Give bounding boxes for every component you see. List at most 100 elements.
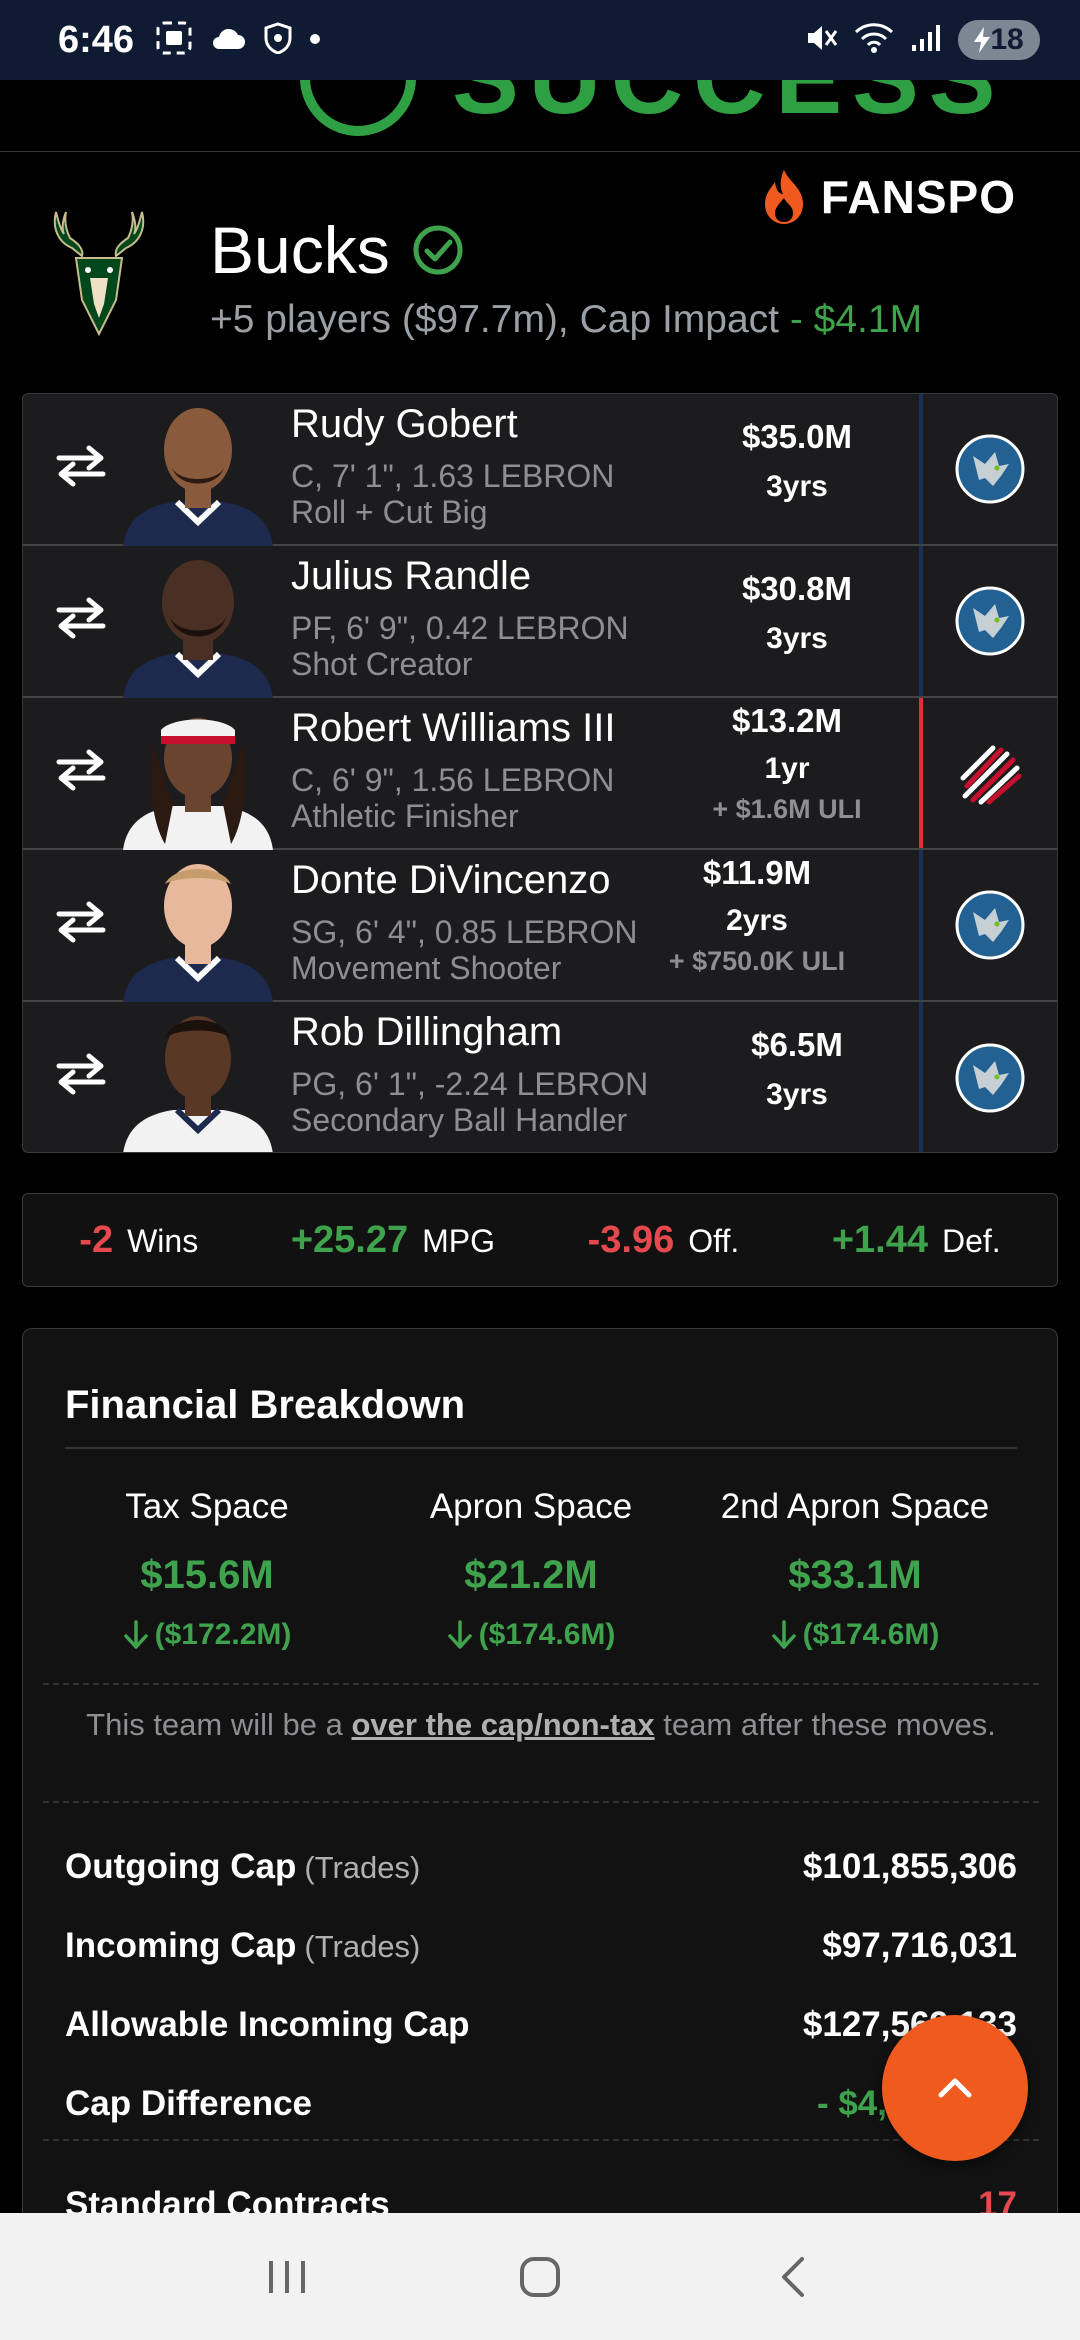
row-label: Allowable Incoming Cap bbox=[65, 2005, 470, 2044]
divider bbox=[65, 1447, 1017, 1449]
player-meta: PG, 6' 1", -2.24 LEBRON bbox=[291, 1066, 649, 1102]
player-row[interactable]: Donte DiVincenzo SG, 6' 4", 0.85 LEBRON … bbox=[23, 850, 1057, 1002]
stat-label: Def. bbox=[941, 1222, 1001, 1259]
wifi-icon bbox=[854, 22, 894, 59]
from-team bbox=[919, 1002, 1057, 1152]
timberwolves-logo-icon bbox=[955, 434, 1025, 504]
home-button[interactable] bbox=[500, 2247, 580, 2307]
stat-value: -3.96 bbox=[587, 1218, 675, 1261]
verified-check-icon bbox=[413, 225, 463, 275]
stat-label: Off. bbox=[688, 1222, 740, 1259]
shield-icon bbox=[264, 21, 292, 59]
stat-label: MPG bbox=[422, 1222, 495, 1259]
stat-wins: -2 Wins bbox=[79, 1219, 198, 1262]
from-team bbox=[919, 850, 1057, 1000]
financial-breakdown-panel: Financial Breakdown Tax Space $15.6M ($1… bbox=[22, 1328, 1058, 2328]
battery-indicator: 18 bbox=[958, 20, 1040, 60]
mute-icon bbox=[804, 21, 838, 60]
row-label-sub: (Trades) bbox=[304, 1929, 421, 1964]
stat-mpg: +25.27 MPG bbox=[291, 1219, 495, 1262]
player-role: Shot Creator bbox=[291, 646, 473, 682]
timberwolves-logo-icon bbox=[955, 586, 1025, 656]
player-name[interactable]: Julius Randle bbox=[291, 554, 531, 599]
cloud-icon bbox=[210, 25, 246, 56]
arrow-down-icon bbox=[447, 1620, 472, 1649]
impact-stats: -2 Wins +25.27 MPG -3.96 Off. +1.44 Def. bbox=[22, 1193, 1058, 1287]
salary: $35.0M bbox=[741, 418, 853, 455]
financial-title: Financial Breakdown bbox=[65, 1383, 466, 1427]
contract-years: 1yr bbox=[764, 752, 810, 785]
player-row[interactable]: Julius Randle PF, 6' 9", 0.42 LEBRON Sho… bbox=[23, 546, 1057, 698]
cap-status-link[interactable]: over the cap/non-tax bbox=[351, 1707, 654, 1742]
recent-apps-button[interactable] bbox=[247, 2247, 327, 2307]
swap-arrows-icon[interactable] bbox=[55, 748, 107, 792]
space-change-value: ($174.6M) bbox=[802, 1618, 940, 1651]
player-headshot bbox=[123, 560, 273, 698]
contract: $13.2M 1yr + $1.6M ULI bbox=[657, 702, 917, 825]
success-check-icon bbox=[300, 80, 416, 136]
recent-apps-icon bbox=[268, 2260, 305, 2293]
swap-arrows-icon[interactable] bbox=[55, 1052, 107, 1096]
from-team bbox=[919, 394, 1057, 544]
space-change: ($174.6M) bbox=[371, 1618, 691, 1652]
tax-space: Tax Space $15.6M ($172.2M) bbox=[47, 1487, 367, 1652]
contract: $35.0M 3yrs bbox=[697, 418, 897, 504]
status-bar: 6:46 18 bbox=[0, 0, 1080, 80]
salary: $30.8M bbox=[741, 570, 853, 607]
contract-years: 3yrs bbox=[766, 470, 828, 503]
player-role: Movement Shooter bbox=[291, 950, 562, 986]
player-list: Rudy Gobert C, 7' 1", 1.63 LEBRON Roll +… bbox=[22, 393, 1058, 1153]
signal-icon bbox=[910, 23, 942, 58]
flame-icon bbox=[764, 170, 803, 224]
contract: $11.9M 2yrs + $750.0K ULI bbox=[627, 854, 887, 977]
notification-dot-icon bbox=[310, 31, 321, 49]
stat-defense: +1.44 Def. bbox=[832, 1219, 1001, 1262]
brand-name: FANSPO bbox=[820, 171, 1016, 223]
row-value: - $4, bbox=[816, 2084, 887, 2123]
player-headshot bbox=[123, 718, 273, 850]
dashed-divider bbox=[43, 1801, 1039, 1803]
player-row[interactable]: Robert Williams III C, 6' 9", 1.56 LEBRO… bbox=[23, 698, 1057, 850]
apron-space: Apron Space $21.2M ($174.6M) bbox=[371, 1487, 691, 1652]
team-name: Bucks bbox=[210, 212, 464, 288]
arrow-down-icon bbox=[771, 1620, 796, 1649]
uli-amount: + $1.6M ULI bbox=[712, 794, 862, 824]
arrow-down-icon bbox=[123, 1620, 148, 1649]
player-name[interactable]: Robert Williams III bbox=[291, 706, 616, 751]
back-button[interactable] bbox=[753, 2247, 833, 2307]
scroll-top-button[interactable] bbox=[882, 2015, 1028, 2161]
space-value: $15.6M bbox=[140, 1553, 274, 1597]
home-icon bbox=[519, 2256, 560, 2297]
incoming-cap-row: Incoming Cap (Trades) $97,716,031 bbox=[65, 1926, 1017, 1966]
swap-arrows-icon[interactable] bbox=[55, 444, 107, 488]
space-label: Apron Space bbox=[429, 1487, 633, 1526]
stat-offense: -3.96 Off. bbox=[588, 1219, 740, 1262]
player-name[interactable]: Rudy Gobert bbox=[291, 402, 518, 447]
note-text-after: team after these moves. bbox=[663, 1707, 996, 1742]
cap-status-note: This team will be a over the cap/non-tax… bbox=[83, 1699, 999, 1751]
swap-arrows-icon[interactable] bbox=[55, 900, 107, 944]
bucks-logo-icon bbox=[46, 208, 152, 338]
from-team bbox=[919, 546, 1057, 696]
summary-text: +5 players ($97.7m), Cap Impact bbox=[210, 298, 780, 341]
stat-value: +1.44 bbox=[831, 1218, 928, 1261]
contract-years: 3yrs bbox=[766, 622, 828, 655]
swap-arrows-icon[interactable] bbox=[55, 596, 107, 640]
contract: $30.8M 3yrs bbox=[697, 570, 897, 656]
player-meta: PF, 6' 9", 0.42 LEBRON bbox=[291, 610, 629, 646]
chevron-up-icon bbox=[938, 2078, 972, 2098]
player-role: Athletic Finisher bbox=[291, 798, 519, 834]
space-value: $21.2M bbox=[464, 1553, 598, 1597]
player-row[interactable]: Rob Dillingham PG, 6' 1", -2.24 LEBRON S… bbox=[23, 1002, 1057, 1152]
player-meta: C, 7' 1", 1.63 LEBRON bbox=[291, 458, 615, 494]
space-change: ($174.6M) bbox=[695, 1618, 1015, 1652]
player-headshot bbox=[123, 864, 273, 1002]
player-row[interactable]: Rudy Gobert C, 7' 1", 1.63 LEBRON Roll +… bbox=[23, 394, 1057, 546]
player-name[interactable]: Donte DiVincenzo bbox=[291, 858, 610, 903]
battery-level: 18 bbox=[990, 23, 1024, 56]
dashed-divider bbox=[43, 2139, 1039, 2141]
player-headshot bbox=[123, 1016, 273, 1152]
allowable-incoming-cap-row: Allowable Incoming Cap $127,569,133 bbox=[65, 2005, 1017, 2045]
player-name[interactable]: Rob Dillingham bbox=[291, 1010, 562, 1055]
charging-bolt-icon bbox=[974, 27, 991, 53]
